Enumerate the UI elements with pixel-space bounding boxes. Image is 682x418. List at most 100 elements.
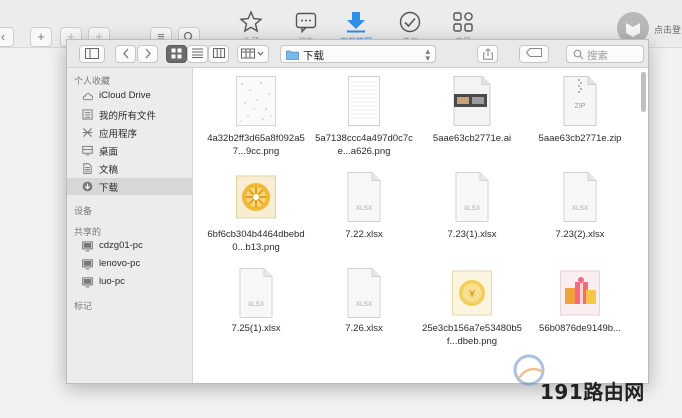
shared-header: 共享的 [74, 227, 102, 237]
file-name: 4a32b2ff3d65a8f092a57...9cc.png [207, 133, 305, 157]
list-icon [192, 48, 203, 58]
icon-grid-icon [171, 48, 182, 59]
xlsx-badge: XLSX [464, 205, 481, 212]
tag-icon [526, 48, 542, 57]
folder-icon [286, 50, 299, 60]
png-texture-thumbnail [236, 76, 276, 126]
xlsx-file-icon: XLSX [239, 268, 273, 318]
sidebar-item-label: luo-pc [99, 276, 125, 287]
path-dropdown[interactable]: 下载 ▴ ▾ [280, 45, 436, 63]
path-label: 下载 [303, 50, 324, 62]
finder-window: 下载 ▴▾ 搜索 个人收藏 iCloud Drive 我的所有文件 应用程序 [66, 39, 649, 384]
file-grid: 4a32b2ff3d65a8f092a57...9cc.png 5a7138cc… [194, 68, 642, 383]
zip-badge: ZIP [575, 103, 586, 110]
file-name: 6bf6cb304b4464dbebd0...b13.png [207, 229, 305, 253]
columns-icon [212, 48, 225, 58]
sidebar-item-label: lenovo-pc [99, 258, 141, 269]
search-icon [573, 49, 584, 60]
scrollbar[interactable] [641, 72, 646, 112]
sidebar-item-label: 我的所有文件 [99, 111, 157, 122]
file-name: 5a7138ccc4a497d0c7ce...a626.png [315, 133, 413, 157]
zip-file-icon: ZIP [563, 76, 597, 126]
ai-file-thumbnail [453, 76, 491, 126]
arrange-button[interactable] [237, 45, 269, 63]
chevron-right-icon [145, 48, 151, 59]
file-name: 7.22.xlsx [345, 229, 383, 240]
forward-button[interactable] [137, 45, 158, 63]
finder-sidebar: 个人收藏 iCloud Drive 我的所有文件 应用程序 桌面 文稿 下载 设… [67, 68, 193, 383]
desktop-icon [82, 145, 93, 156]
list-view-button[interactable] [187, 45, 208, 63]
svg-text:¥: ¥ [469, 289, 475, 300]
download-icon [347, 12, 365, 33]
back-button[interactable] [115, 45, 136, 63]
icon-view-button[interactable] [166, 45, 187, 63]
share-icon [482, 48, 493, 60]
download-circle-icon [82, 181, 93, 192]
file-name: 56b0876de9149b... [539, 323, 621, 334]
finder-toolbar: 下载 ▴ ▾ 搜索 [67, 40, 648, 68]
grid-icon [453, 12, 473, 32]
monitor-icon [82, 277, 93, 288]
sidebar-item-downloads[interactable]: 下载 [67, 178, 193, 195]
applications-icon [82, 127, 93, 138]
monitor-icon [82, 241, 93, 252]
watermark-brand: 191路由网 [540, 380, 645, 404]
file-name: 7.25(1).xlsx [231, 323, 281, 334]
png-list-thumbnail [348, 76, 380, 126]
sidebar-item-all-files[interactable]: 我的所有文件 [67, 106, 193, 123]
column-view-button[interactable] [208, 45, 229, 63]
search-field[interactable]: 搜索 [566, 45, 644, 63]
sidebar-item-lenovo-pc[interactable]: lenovo-pc [67, 256, 193, 273]
login-link[interactable]: 点击登 [654, 23, 681, 36]
xlsx-file-icon: XLSX [455, 172, 489, 222]
share-button[interactable] [477, 45, 498, 63]
search-placeholder: 搜索 [587, 50, 608, 62]
monitor-icon [82, 259, 93, 270]
sidebar-item-label: cdzg01-pc [99, 240, 143, 251]
sidebar-item-cdzg01-pc[interactable]: cdzg01-pc [67, 238, 193, 255]
xlsx-badge: XLSX [248, 301, 265, 308]
xlsx-file-icon: XLSX [347, 268, 381, 318]
file-name: 5aae63cb2771e.ai [432, 133, 512, 144]
tags-header: 标记 [74, 301, 93, 311]
sidebar-item-documents[interactable]: 文稿 [67, 160, 193, 177]
back-nav-button[interactable]: ‹ [0, 27, 14, 47]
png-coin-thumbnail: ¥ [452, 270, 492, 316]
xlsx-badge: XLSX [356, 205, 373, 212]
chevron-left-icon [122, 48, 128, 59]
updown-chevron-icon: ▴ ▾ [425, 46, 430, 63]
favorites-header: 个人收藏 [74, 76, 111, 86]
xlsx-badge: XLSX [572, 205, 589, 212]
sidebar-item-label: 桌面 [99, 147, 119, 158]
sidebar-item-icloud[interactable]: iCloud Drive [67, 88, 193, 105]
tag-button[interactable] [519, 45, 549, 63]
sidebar-item-applications[interactable]: 应用程序 [67, 124, 193, 141]
file-name: 7.26.xlsx [345, 323, 383, 334]
chat-icon [295, 12, 317, 34]
file-name: 5aae63cb2771e.zip [538, 133, 622, 144]
sidebar-icon [85, 48, 99, 59]
sidebar-item-luo-pc[interactable]: luo-pc [67, 274, 193, 291]
all-files-icon [82, 109, 93, 120]
sidebar-toggle-button[interactable] [79, 45, 105, 63]
png-gift-thumbnail [560, 270, 600, 316]
xlsx-file-icon: XLSX [347, 172, 381, 222]
sidebar-item-desktop[interactable]: 桌面 [67, 142, 193, 159]
cloud-icon [82, 93, 93, 101]
xlsx-file-icon: XLSX [563, 172, 597, 222]
file-name: 7.23(2).xlsx [555, 229, 605, 240]
check-icon [399, 11, 421, 33]
arrange-icon [241, 48, 264, 59]
xlsx-badge: XLSX [356, 301, 373, 308]
sidebar-item-label: 下载 [99, 183, 119, 194]
sidebar-item-label: 文稿 [99, 165, 119, 176]
png-wheel-thumbnail [236, 175, 276, 219]
star-icon [239, 10, 263, 33]
new-tab-button[interactable]: + [30, 27, 52, 47]
sidebar-item-label: 应用程序 [99, 129, 138, 140]
sidebar-item-label: iCloud Drive [99, 90, 151, 101]
documents-icon [83, 163, 92, 174]
devices-header: 设备 [74, 206, 93, 216]
file-name: 7.23(1).xlsx [447, 229, 497, 240]
